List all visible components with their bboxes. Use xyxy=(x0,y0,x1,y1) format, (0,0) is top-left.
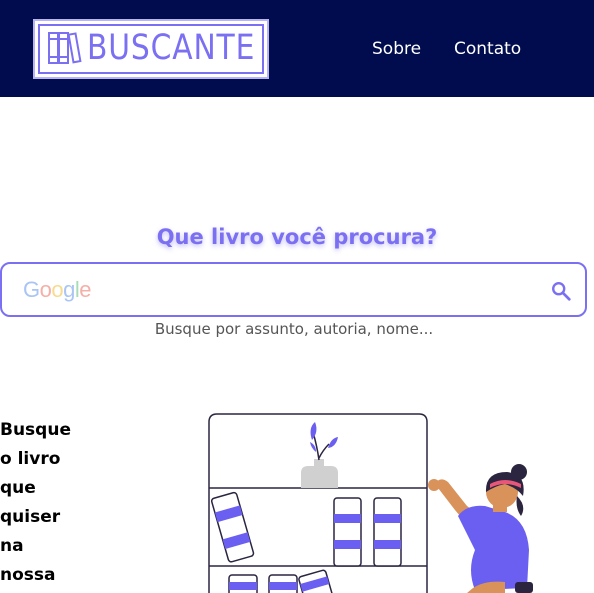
tagline-line: na xyxy=(0,536,24,556)
google-letter-o2: o xyxy=(51,277,64,302)
books-icon xyxy=(48,32,82,64)
woman-reaching-bookshelf-illustration xyxy=(208,413,533,593)
google-logo: Google xyxy=(23,277,92,303)
search-input[interactable]: Google xyxy=(0,262,587,317)
tagline-line: que xyxy=(0,478,36,498)
tagline-line: o livro xyxy=(0,449,61,469)
nav-link-contato[interactable]: Contato xyxy=(454,38,521,60)
logo[interactable]: BUSCANTE xyxy=(33,19,269,79)
google-letter-g1: G xyxy=(23,277,40,302)
logo-text: BUSCANTE xyxy=(87,28,256,68)
google-letter-e: e xyxy=(79,277,92,302)
tagline-line: nossa xyxy=(0,565,56,585)
nav-link-sobre[interactable]: Sobre xyxy=(372,38,421,60)
header: BUSCANTE Sobre Contato xyxy=(0,0,594,97)
search-heading: Que livro você procura? xyxy=(156,225,438,249)
google-letter-g2: g xyxy=(63,277,75,302)
tagline: Busque o livro que quiser na nossa xyxy=(0,416,80,590)
search-hint: Busque por assunto, autoria, nome... xyxy=(154,320,434,338)
search-icon[interactable] xyxy=(550,280,572,302)
google-letter-o1: o xyxy=(39,277,52,302)
tagline-line: Busque xyxy=(0,420,71,440)
tagline-line: quiser xyxy=(0,507,61,527)
